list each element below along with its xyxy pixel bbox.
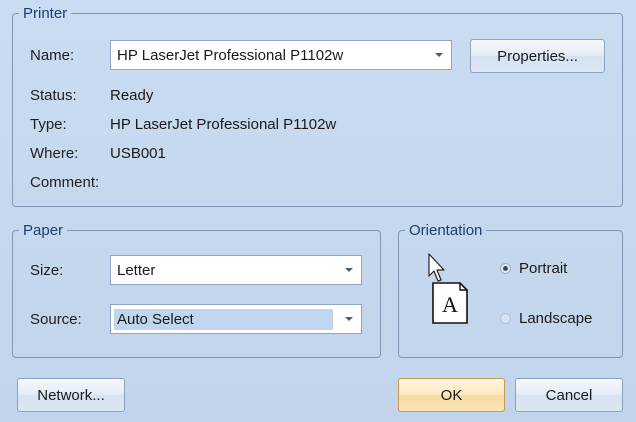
- cancel-button[interactable]: Cancel: [515, 378, 623, 412]
- chevron-down-icon[interactable]: [345, 268, 353, 272]
- chevron-down-icon[interactable]: [435, 53, 443, 57]
- paper-source-value: Auto Select: [114, 308, 333, 330]
- landscape-radio[interactable]: Landscape: [500, 310, 592, 327]
- network-button[interactable]: Network...: [17, 378, 125, 412]
- portrait-radio-button[interactable]: [500, 263, 511, 274]
- paper-size-combo[interactable]: Letter: [110, 255, 362, 285]
- status-value: Ready: [110, 87, 154, 104]
- where-label: Where:: [30, 145, 79, 162]
- name-label: Name:: [30, 47, 75, 64]
- landscape-radio-button[interactable]: [500, 313, 511, 324]
- orientation-group-legend: Orientation: [409, 222, 483, 239]
- ok-button[interactable]: OK: [398, 378, 505, 412]
- paper-group-legend: Paper: [23, 222, 64, 239]
- page-glyph: A: [442, 292, 458, 317]
- source-label: Source:: [30, 311, 82, 328]
- printer-group: Printer: [12, 5, 623, 207]
- comment-label: Comment:: [30, 174, 100, 191]
- type-value: HP LaserJet Professional P1102w: [110, 116, 337, 133]
- landscape-label[interactable]: Landscape: [519, 310, 592, 327]
- paper-size-value: Letter: [117, 261, 156, 279]
- paper-group: Paper: [12, 222, 381, 358]
- print-setup-dialog: Printer Name: HP LaserJet Professional P…: [0, 0, 636, 422]
- chevron-down-icon[interactable]: [345, 317, 353, 321]
- mouse-cursor-icon: [428, 253, 445, 282]
- type-label: Type:: [30, 116, 67, 133]
- properties-button[interactable]: Properties...: [470, 39, 605, 73]
- paper-source-combo[interactable]: Auto Select: [110, 304, 362, 334]
- printer-name-combo[interactable]: HP LaserJet Professional P1102w: [110, 40, 452, 70]
- page-portrait-icon: A: [432, 282, 468, 324]
- portrait-label[interactable]: Portrait: [519, 260, 567, 277]
- printer-name-value: HP LaserJet Professional P1102w: [117, 46, 344, 64]
- where-value: USB001: [110, 145, 166, 162]
- status-label: Status:: [30, 87, 77, 104]
- size-label: Size:: [30, 262, 64, 279]
- portrait-radio[interactable]: Portrait: [500, 260, 567, 277]
- printer-group-legend: Printer: [23, 5, 68, 22]
